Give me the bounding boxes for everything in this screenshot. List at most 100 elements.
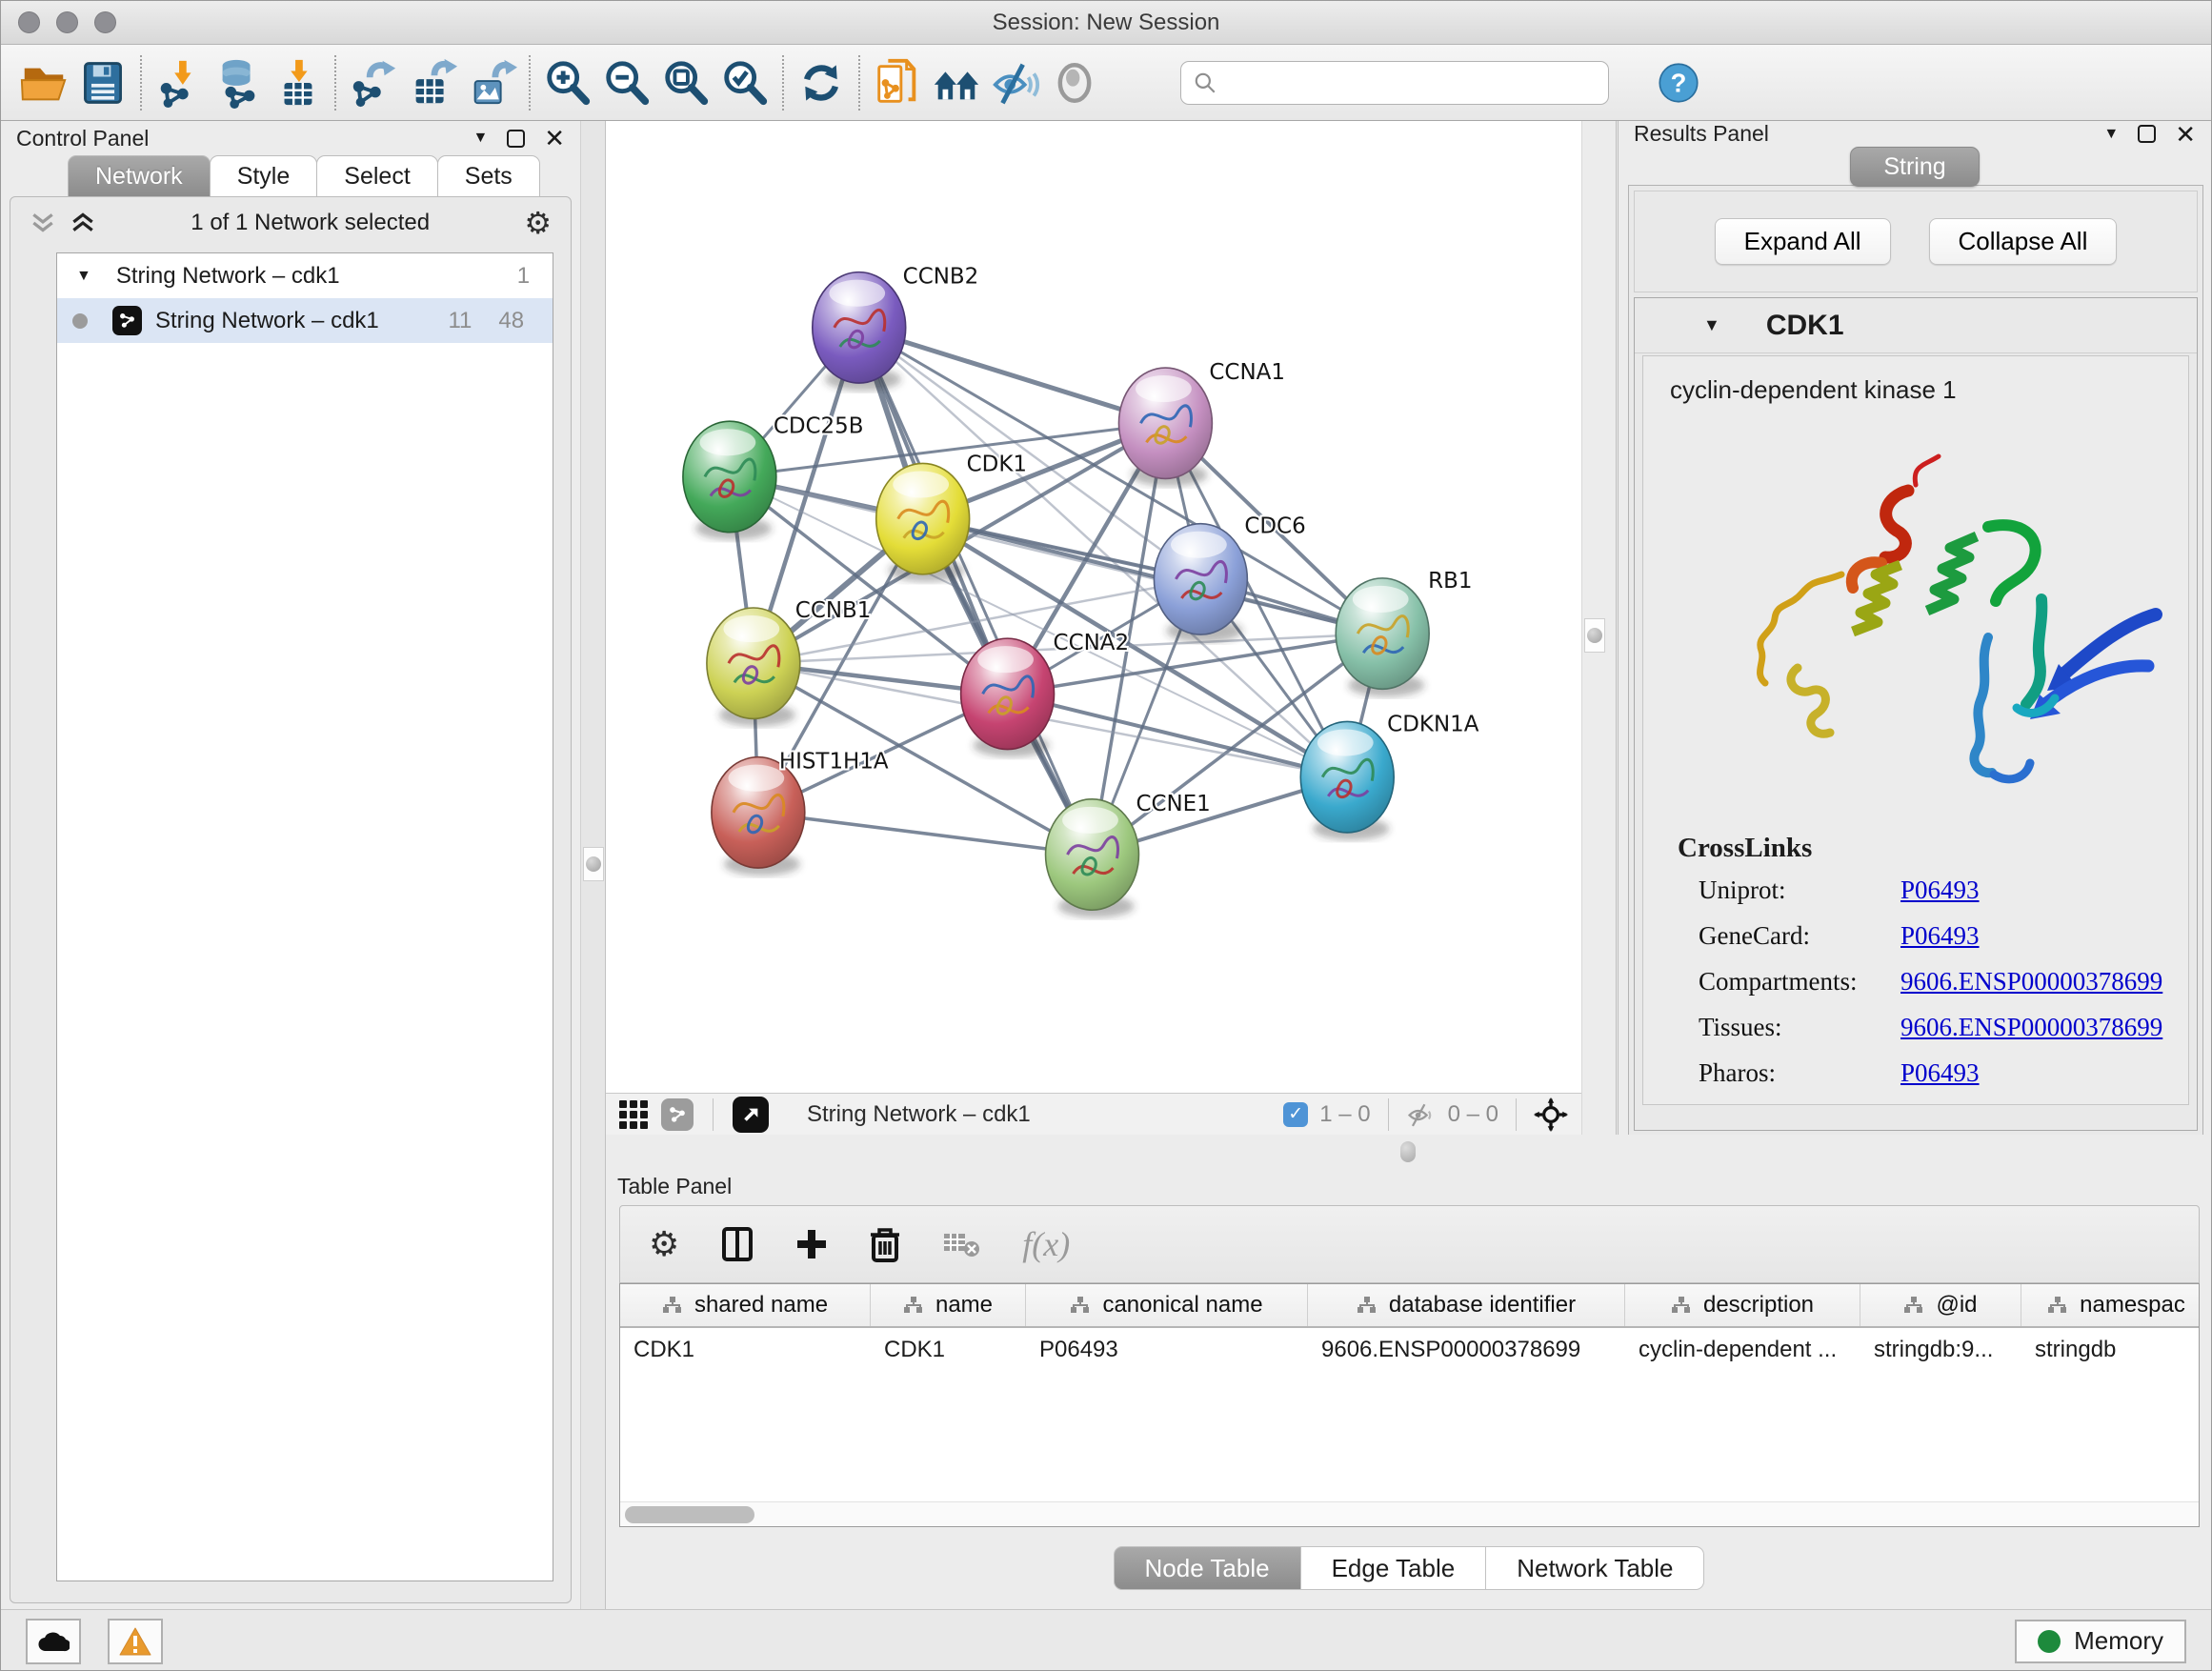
zoom-selected-icon[interactable] (715, 52, 774, 113)
new-network-from-selection-icon[interactable] (868, 52, 927, 113)
column-header-canonical-name[interactable]: canonical name (1026, 1284, 1308, 1326)
network-row-selected[interactable]: String Network – cdk1 11 48 (57, 298, 553, 343)
column-header-namespac[interactable]: namespac (2021, 1284, 2200, 1326)
collapse-all-button[interactable]: Collapse All (1929, 218, 2118, 265)
warnings-button[interactable] (108, 1619, 163, 1664)
gene-symbol: CDK1 (1766, 310, 1844, 342)
table-cell[interactable]: P06493 (1026, 1328, 1308, 1372)
tab-select[interactable]: Select (316, 155, 437, 197)
table-horizontal-scrollbar[interactable] (620, 1501, 2199, 1526)
column-header--id[interactable]: @id (1860, 1284, 2021, 1326)
column-header-name[interactable]: name (871, 1284, 1026, 1326)
tab-network[interactable]: Network (68, 155, 211, 197)
column-header-shared-name[interactable]: shared name (620, 1284, 871, 1326)
table-cell[interactable]: stringdb (2021, 1328, 2200, 1372)
export-image-icon[interactable] (462, 52, 521, 113)
network-canvas[interactable]: CCNB2CCNA1CDC25BCDK1CDC6RB1CCNB1CCNA2CDK… (606, 121, 1581, 1093)
node-gloss (1353, 586, 1409, 613)
add-column-icon[interactable] (795, 1228, 828, 1260)
expand-all-icon[interactable] (70, 211, 96, 234)
collapse-all-icon[interactable] (30, 211, 56, 234)
protein-structure-image (1653, 413, 2188, 817)
import-network-from-database-icon[interactable] (209, 52, 268, 113)
search-input[interactable] (1225, 70, 1597, 96)
help-icon[interactable]: ? (1649, 52, 1708, 113)
scrollbar-thumb[interactable] (625, 1506, 754, 1523)
hidden-items-eye-icon[interactable] (1406, 1102, 1437, 1127)
right-panel-splitter[interactable] (1582, 121, 1619, 1135)
panel-menu-icon[interactable]: ▼ (473, 130, 488, 147)
close-panel-icon[interactable]: ✕ (544, 126, 565, 151)
zoom-in-icon[interactable] (538, 52, 597, 113)
float-panel-icon[interactable] (2138, 125, 2156, 143)
float-panel-icon[interactable] (507, 130, 525, 148)
save-session-icon[interactable] (73, 52, 132, 113)
export-table-icon[interactable] (403, 52, 462, 113)
delete-column-icon[interactable] (870, 1226, 900, 1262)
table-cell[interactable]: cyclin-dependent ... (1625, 1328, 1860, 1372)
tab-edge-table[interactable]: Edge Table (1300, 1546, 1487, 1590)
tab-string[interactable]: String (1850, 147, 1979, 187)
export-network-icon[interactable] (344, 52, 403, 113)
table-cell[interactable]: 9606.ENSP00000378699 (1308, 1328, 1625, 1372)
column-header-description[interactable]: description (1625, 1284, 1860, 1326)
zoom-out-icon[interactable] (597, 52, 656, 113)
toolbar-separator (140, 55, 142, 111)
network-icon (112, 306, 142, 335)
network-edge (758, 813, 1093, 855)
network-options-gear-icon[interactable]: ⚙ (524, 208, 552, 238)
table-row[interactable]: CDK1CDK1P064939606.ENSP00000378699cyclin… (620, 1328, 2199, 1372)
pharos-link[interactable]: P06493 (1900, 1058, 1980, 1088)
memory-button[interactable]: Memory (2015, 1620, 2186, 1663)
section-caret-icon[interactable]: ▼ (1703, 315, 1720, 335)
gene-section-header[interactable]: ▼ CDK1 (1635, 298, 2197, 353)
table-panel-splitter[interactable] (606, 1135, 2211, 1169)
detach-view-icon[interactable] (733, 1097, 769, 1133)
tab-node-table[interactable]: Node Table (1114, 1546, 1301, 1590)
toolbar-search[interactable] (1180, 61, 1609, 105)
table-cell[interactable]: CDK1 (620, 1328, 871, 1372)
tab-style[interactable]: Style (210, 155, 318, 197)
table-cell[interactable]: CDK1 (871, 1328, 1026, 1372)
toggle-graphics-details-icon[interactable] (927, 52, 986, 113)
memory-status-dot (2038, 1630, 2061, 1653)
network-overview-icon[interactable] (661, 1098, 694, 1131)
birdseye-grid-icon[interactable] (619, 1100, 648, 1129)
open-session-icon[interactable] (14, 52, 73, 113)
column-header-database-identifier[interactable]: database identifier (1308, 1284, 1625, 1326)
delete-table-icon[interactable] (942, 1230, 980, 1258)
collection-name: String Network – cdk1 (116, 263, 340, 290)
hide-selected-icon[interactable] (986, 52, 1045, 113)
import-table-from-file-icon[interactable] (268, 52, 327, 113)
cloud-status-button[interactable] (26, 1619, 81, 1664)
apply-preferred-layout-icon[interactable] (792, 52, 851, 113)
function-builder-icon[interactable]: f(x) (1022, 1224, 1070, 1264)
tab-network-table[interactable]: Network Table (1485, 1546, 1704, 1590)
compartments-link[interactable]: 9606.ENSP00000378699 (1900, 967, 2162, 997)
show-hidden-icon[interactable] (1045, 52, 1104, 113)
main-toolbar: ? (1, 45, 2211, 121)
table-options-gear-icon[interactable]: ⚙ (649, 1227, 679, 1261)
splitter-grip[interactable] (1584, 618, 1605, 653)
uniprot-link[interactable]: P06493 (1900, 876, 1980, 905)
close-panel-icon[interactable]: ✕ (2175, 122, 2196, 147)
fit-selection-crosshair-icon[interactable] (1534, 1097, 1568, 1132)
selected-nodes-checkbox-icon[interactable]: ✓ (1283, 1102, 1308, 1127)
network-edge (859, 328, 1166, 423)
import-network-from-file-icon[interactable] (150, 52, 209, 113)
zoom-fit-content-icon[interactable] (656, 52, 715, 113)
tissues-link[interactable]: 9606.ENSP00000378699 (1900, 1013, 2162, 1042)
collection-caret-icon[interactable]: ▼ (76, 268, 91, 285)
network-edge (923, 519, 1383, 634)
expand-all-button[interactable]: Expand All (1715, 218, 1891, 265)
genecard-link[interactable]: P06493 (1900, 921, 1980, 951)
network-collection-row[interactable]: ▼ String Network – cdk1 1 (57, 253, 553, 298)
splitter-grip[interactable] (1400, 1141, 1416, 1162)
panel-menu-icon[interactable]: ▼ (2103, 126, 2119, 143)
tab-sets[interactable]: Sets (437, 155, 540, 197)
splitter-grip[interactable] (583, 847, 604, 881)
cytoscape-window: Session: New Session (0, 0, 2212, 1671)
left-panel-splitter[interactable] (580, 121, 606, 1609)
table-cell[interactable]: stringdb:9... (1860, 1328, 2021, 1372)
show-columns-icon[interactable] (721, 1226, 754, 1262)
